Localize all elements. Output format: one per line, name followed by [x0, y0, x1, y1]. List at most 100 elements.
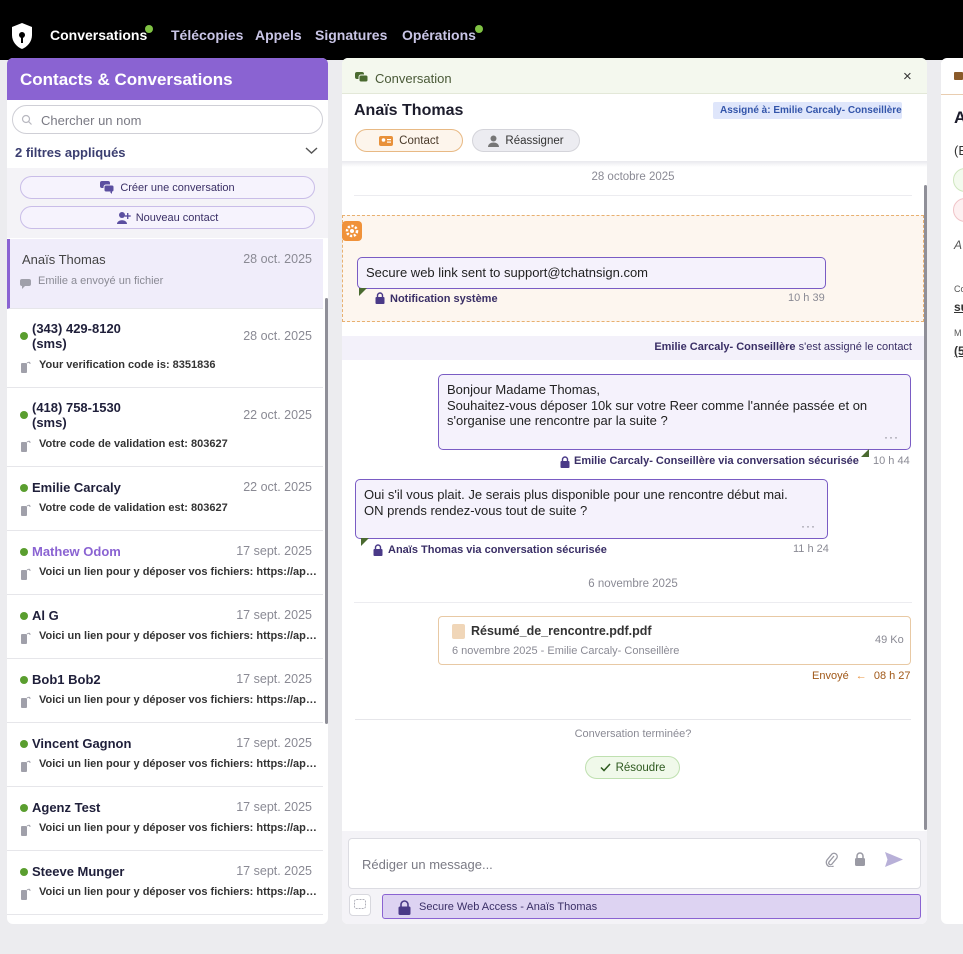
close-icon[interactable]: × — [903, 68, 912, 85]
message-line: Oui s'il vous plait. Je serais plus disp… — [364, 487, 788, 502]
sms-icon — [21, 632, 31, 644]
item-snippet: Voici un lien pour y déposer vos fichier… — [39, 694, 317, 706]
gear-icon — [342, 221, 362, 241]
nav-telecopies[interactable]: Télécopies — [171, 27, 243, 43]
item-date: 17 sept. 2025 — [236, 608, 312, 622]
system-message-bubble: Secure web link sent to support@tchatnsi… — [357, 257, 826, 289]
message-time: 11 h 24 — [793, 543, 829, 555]
filters-applied-label[interactable]: 2 filtres appliqués — [15, 145, 126, 160]
sms-icon — [21, 361, 31, 373]
search-input[interactable] — [41, 111, 311, 129]
list-item[interactable]: Steeve Munger 17 sept. 2025 Voici un lie… — [7, 851, 323, 915]
search-icon — [21, 114, 32, 125]
contact-name: Agenz Test — [32, 800, 101, 815]
chevron-down-icon[interactable] — [305, 146, 318, 155]
email-link[interactable]: su — [954, 300, 963, 314]
date-separator: 6 novembre 2025 — [588, 578, 678, 590]
sent-status: Envoyé ← 08 h 27 — [812, 670, 911, 682]
item-snippet: Voici un lien pour y déposer vos fichier… — [39, 758, 317, 770]
item-date: 17 sept. 2025 — [236, 736, 312, 750]
list-item[interactable]: Bob1 Bob2 17 sept. 2025 Voici un lien po… — [7, 659, 323, 723]
list-item[interactable]: Vincent Gagnon 17 sept. 2025 Voici un li… — [7, 723, 323, 787]
send-icon[interactable] — [885, 852, 903, 867]
compose-box[interactable] — [348, 838, 921, 889]
panel-title: Conversation — [375, 71, 452, 86]
contact-name: (343) 429-8120 — [32, 321, 121, 336]
phone-link[interactable]: (5 — [954, 344, 963, 358]
message-line: Bonjour Madame Thomas, — [447, 382, 600, 397]
list-item[interactable]: (343) 429-8120 (sms) 28 oct. 2025 Your v… — [7, 309, 323, 388]
list-scrollbar[interactable] — [325, 298, 328, 724]
conversation-scrollbar[interactable] — [924, 185, 927, 830]
compose-area: Secure Web Access - Anaïs Thomas — [342, 831, 927, 924]
contact-card-icon — [954, 72, 963, 80]
chat-bubbles-icon — [355, 72, 369, 83]
status-chip[interactable] — [953, 168, 963, 192]
list-item[interactable]: Emilie Carcaly 22 oct. 2025 Votre code d… — [7, 467, 323, 531]
incoming-message-bubble[interactable]: Oui s'il vous plait. Je serais plus disp… — [355, 479, 828, 539]
file-name[interactable]: Résumé_de_rencontre.pdf.pdf — [471, 624, 652, 638]
contact-name: Vincent Gagnon — [32, 736, 132, 751]
file-attachment[interactable]: Résumé_de_rencontre.pdf.pdf 6 novembre 2… — [438, 616, 911, 665]
contacts-panel: Contacts & Conversations 2 filtres appli… — [7, 58, 328, 924]
conversation-panel-header: Conversation × — [342, 58, 927, 94]
item-snippet: Votre code de validation est: 803627 — [39, 438, 228, 450]
reassign-button[interactable]: Réassigner — [472, 129, 580, 152]
contact-button-label: Contact — [399, 134, 439, 147]
shield-logo-icon[interactable] — [11, 22, 33, 50]
item-date: 22 oct. 2025 — [243, 480, 312, 494]
message-time: 10 h 44 — [873, 455, 910, 467]
sms-icon — [21, 696, 31, 708]
online-status-dot — [20, 548, 28, 556]
assigned-event-name: Emilie Carcaly- Conseillère — [654, 341, 796, 353]
more-options-icon[interactable]: ··· — [884, 430, 899, 444]
list-item[interactable]: Agenz Test 17 sept. 2025 Voici un lien p… — [7, 787, 323, 851]
more-options-icon[interactable]: ··· — [801, 519, 816, 533]
nav-appels[interactable]: Appels — [255, 27, 302, 43]
new-contact-button[interactable]: Nouveau contact — [20, 206, 315, 229]
outgoing-message-bubble[interactable]: Bonjour Madame Thomas, Souhaitez-vous dé… — [438, 374, 911, 450]
list-item[interactable]: Al G 17 sept. 2025 Voici un lien pour y … — [7, 595, 323, 659]
contact-button[interactable]: Contact — [355, 129, 463, 152]
status-chip[interactable] — [953, 198, 963, 222]
date-separator: 28 octobre 2025 — [591, 171, 675, 183]
contact-channel: (sms) — [32, 415, 67, 430]
create-conversation-button[interactable]: Créer une conversation — [20, 176, 315, 199]
resolve-button[interactable]: Résoudre — [585, 756, 680, 779]
list-item[interactable]: Mathew Odom 17 sept. 2025 Voici un lien … — [7, 531, 323, 595]
divider — [355, 719, 911, 720]
list-item[interactable]: (418) 758-1530 (sms) 22 oct. 2025 Votre … — [7, 388, 323, 467]
add-user-icon — [116, 212, 131, 224]
nav-operations[interactable]: Opérations — [402, 27, 476, 43]
item-snippet: Voici un lien pour y déposer vos fichier… — [39, 886, 317, 898]
contact-name: Bob1 Bob2 — [32, 672, 101, 687]
sms-icon — [21, 568, 31, 580]
nav-signatures[interactable]: Signatures — [315, 27, 387, 43]
bubble-tail-icon — [359, 288, 367, 296]
search-box[interactable] — [12, 105, 323, 134]
contact-title: Anaïs Thomas — [354, 102, 464, 119]
online-status-dot — [20, 676, 28, 684]
lock-icon[interactable] — [854, 852, 866, 866]
item-snippet: Your verification code is: 8351836 — [39, 359, 216, 371]
template-icon[interactable] — [349, 894, 371, 916]
list-item[interactable]: Anaïs Thomas 28 oct. 2025 Emilie a envoy… — [7, 239, 323, 309]
online-status-dot — [20, 411, 28, 419]
system-sender: Notification système — [390, 293, 498, 305]
paperclip-icon[interactable] — [825, 852, 838, 867]
nav-conversations[interactable]: Conversations — [50, 27, 147, 43]
message-input[interactable] — [362, 855, 802, 873]
online-status-dot — [20, 612, 28, 620]
conversations-notification-dot — [145, 25, 153, 33]
online-status-dot — [20, 804, 28, 812]
message-line: s'organise une rencontre par la suite ? — [447, 413, 668, 428]
lock-icon — [375, 292, 385, 304]
conversation-panel: Conversation × Anaïs Thomas Assigné à: E… — [342, 58, 927, 924]
resolve-label: Résoudre — [615, 761, 666, 774]
item-date: 17 sept. 2025 — [236, 800, 312, 814]
message-line: ON prends rendez-vous tout de suite ? — [364, 502, 588, 518]
secure-web-access-banner[interactable]: Secure Web Access - Anaïs Thomas — [382, 894, 921, 919]
header-divider — [342, 161, 927, 167]
secure-web-access-label: Secure Web Access - Anaïs Thomas — [419, 901, 598, 913]
assigned-event-text: s'est assigné le contact — [795, 341, 912, 353]
